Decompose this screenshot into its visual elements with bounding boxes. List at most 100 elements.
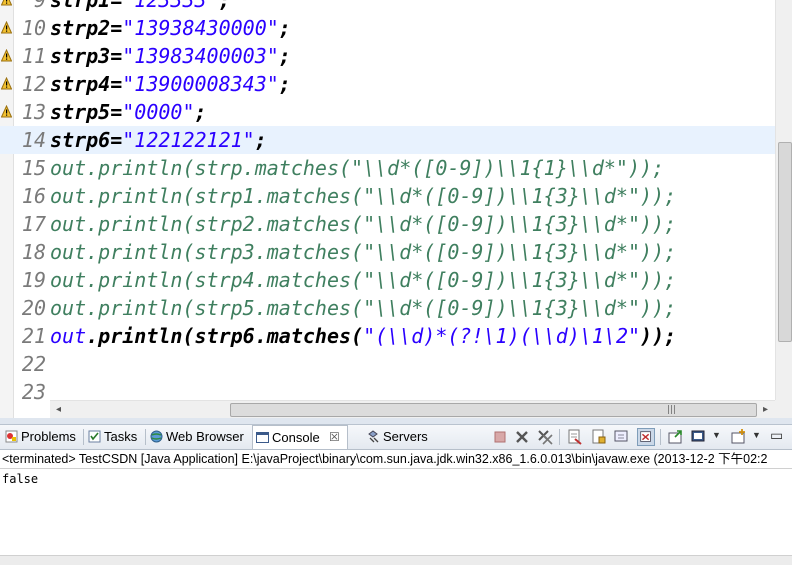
code-token: strp4= xyxy=(50,72,123,96)
code-token: strp3= xyxy=(50,44,123,68)
tab-tasks[interactable]: Tasks xyxy=(85,425,145,448)
console-output-text: false xyxy=(2,472,39,486)
code-line[interactable]: 10 strp2="13938430000"; xyxy=(0,14,775,42)
code-text: out.println(strp3.matches("\\d*([0-9])\\… xyxy=(50,238,676,266)
code-text: strp4="13900008343"; xyxy=(50,70,291,98)
code-line[interactable]: 20 out.println(strp5.matches("\\d*([0-9])… xyxy=(0,294,775,322)
show-console-output-icon[interactable] xyxy=(637,428,655,446)
scroll-lock-icon[interactable] xyxy=(590,428,608,446)
globe-icon xyxy=(150,430,163,443)
tab-separator xyxy=(83,429,84,445)
toolbar-separator xyxy=(660,429,661,445)
code-text: strp2="13938430000"; xyxy=(50,14,291,42)
scroll-left-arrow-icon[interactable]: ◂ xyxy=(56,404,61,415)
line-number: 19 xyxy=(21,268,46,292)
line-number: 22 xyxy=(21,352,46,376)
line-number: 12 xyxy=(21,72,46,96)
warning-marker-icon[interactable] xyxy=(1,21,12,34)
code-token: out.println(strp2.matches("\\d*([0-9])\\… xyxy=(50,212,677,236)
vertical-scrollbar[interactable] xyxy=(775,0,792,400)
code-line[interactable]: 12 strp4="13900008343"; xyxy=(0,70,775,98)
line-number: 11 xyxy=(21,44,46,68)
tab-label: Web Browser xyxy=(166,429,244,444)
code-text: out.println(strp.matches("\\d*([0-9])\\1… xyxy=(50,154,664,182)
code-token: "13900008343" xyxy=(122,72,279,96)
console-icon xyxy=(256,432,269,443)
pin-console-icon[interactable] xyxy=(613,428,631,446)
code-line[interactable]: 17 out.println(strp2.matches("\\d*([0-9])… xyxy=(0,210,775,238)
code-text: out.println(strp2.matches("\\d*([0-9])\\… xyxy=(50,210,676,238)
code-token: out.println(strp3.matches("\\d*([0-9])\\… xyxy=(50,240,677,264)
horizontal-scrollbar[interactable]: ◂ ||| ▸ xyxy=(50,400,775,418)
problems-icon xyxy=(5,430,18,443)
code-line[interactable]: 16 out.println(strp1.matches("\\d*([0-9])… xyxy=(0,182,775,210)
code-token: out.println(strp4.matches("\\d*([0-9])\\… xyxy=(50,268,677,292)
tab-console[interactable]: Console ☒ xyxy=(252,425,348,449)
new-console-icon[interactable] xyxy=(730,428,748,446)
tab-problems[interactable]: Problems xyxy=(2,425,82,448)
code-token: out.println(strp.matches("\\d*([0-9])\\1… xyxy=(50,156,665,180)
code-token: "123333" xyxy=(122,0,219,12)
code-line[interactable]: 15 out.println(strp.matches("\\d*([0-9])\… xyxy=(0,154,775,182)
tab-separator xyxy=(145,429,146,445)
servers-icon xyxy=(368,430,379,443)
code-line[interactable]: 18 out.println(strp3.matches("\\d*([0-9])… xyxy=(0,238,775,266)
line-number: 16 xyxy=(21,184,46,208)
line-number: 18 xyxy=(21,240,46,264)
tab-servers[interactable]: Servers xyxy=(364,425,434,448)
vertical-scroll-thumb[interactable] xyxy=(778,142,792,342)
code-line[interactable]: 19 out.println(strp4.matches("\\d*([0-9])… xyxy=(0,266,775,294)
line-number: 15 xyxy=(21,156,46,180)
tab-label: Tasks xyxy=(104,429,138,444)
close-tab-icon[interactable]: ☒ xyxy=(329,426,340,449)
tab-label: Problems xyxy=(21,429,76,444)
line-number: 23 xyxy=(21,380,46,404)
toolbar-separator xyxy=(559,429,560,445)
tasks-icon xyxy=(88,430,101,443)
scroll-grip-icon: ||| xyxy=(667,405,677,415)
code-token: strp1= xyxy=(50,0,123,12)
console-output-area[interactable]: false xyxy=(0,468,792,565)
code-line[interactable]: 14 strp6="122122121"; xyxy=(0,126,775,154)
code-line[interactable]: 21 out.println(strp6.matches("(\\d)*(?!\1… xyxy=(0,322,775,350)
code-line[interactable]: 11 strp3="13983400003"; xyxy=(0,42,775,70)
remove-launch-icon[interactable] xyxy=(513,428,531,446)
code-line[interactable]: 13 strp5="0000"; xyxy=(0,98,775,126)
tab-web-browser[interactable]: Web Browser xyxy=(147,425,250,448)
scroll-right-arrow-icon[interactable]: ▸ xyxy=(763,404,768,415)
code-text: strp5="0000"; xyxy=(50,98,207,126)
code-line[interactable]: 9 strp1="123333"; xyxy=(0,0,775,14)
console-launch-info: <terminated> TestCSDN [Java Application]… xyxy=(0,450,792,468)
code-text: strp1="123333"; xyxy=(50,0,231,14)
clear-console-icon[interactable] xyxy=(566,428,584,446)
new-console-dropdown-icon[interactable]: ▼ xyxy=(752,430,761,440)
line-number: 21 xyxy=(21,324,46,348)
minimize-view-icon[interactable]: ▭ xyxy=(770,427,783,444)
code-token: out xyxy=(50,324,87,348)
warning-marker-icon[interactable] xyxy=(1,77,12,90)
warning-marker-icon[interactable] xyxy=(1,105,12,118)
code-token: ; xyxy=(218,0,231,12)
display-console-icon[interactable] xyxy=(690,428,708,446)
display-console-dropdown-icon[interactable]: ▼ xyxy=(712,430,721,440)
tab-label: Servers xyxy=(383,429,428,444)
warning-marker-icon[interactable] xyxy=(1,0,12,6)
horizontal-scroll-thumb[interactable]: ||| xyxy=(230,403,757,417)
open-console-icon[interactable] xyxy=(667,428,685,446)
pane-splitter[interactable] xyxy=(0,418,792,425)
code-token: ; xyxy=(278,16,291,40)
code-token: .println(strp6.matches( xyxy=(86,324,364,348)
code-token: strp5= xyxy=(50,100,123,124)
warning-marker-icon[interactable] xyxy=(1,49,12,62)
code-token: "(\\d)*(?!\1)(\\d)\1\2" xyxy=(363,324,641,348)
remove-all-terminated-icon[interactable] xyxy=(536,428,554,446)
code-editor[interactable]: 9 strp1="123333"; 10 strp2="13938430000"; 11… xyxy=(0,0,792,418)
code-text: strp3="13983400003"; xyxy=(50,42,291,70)
code-text: out.println(strp5.matches("\\d*([0-9])\\… xyxy=(50,294,676,322)
code-token: out.println(strp5.matches("\\d*([0-9])\\… xyxy=(50,296,677,320)
code-token: )); xyxy=(640,324,677,348)
code-line[interactable]: 22 xyxy=(0,350,775,378)
terminate-icon[interactable] xyxy=(491,428,509,446)
code-text: out.println(strp4.matches("\\d*([0-9])\\… xyxy=(50,266,676,294)
code-token: "13938430000" xyxy=(122,16,279,40)
